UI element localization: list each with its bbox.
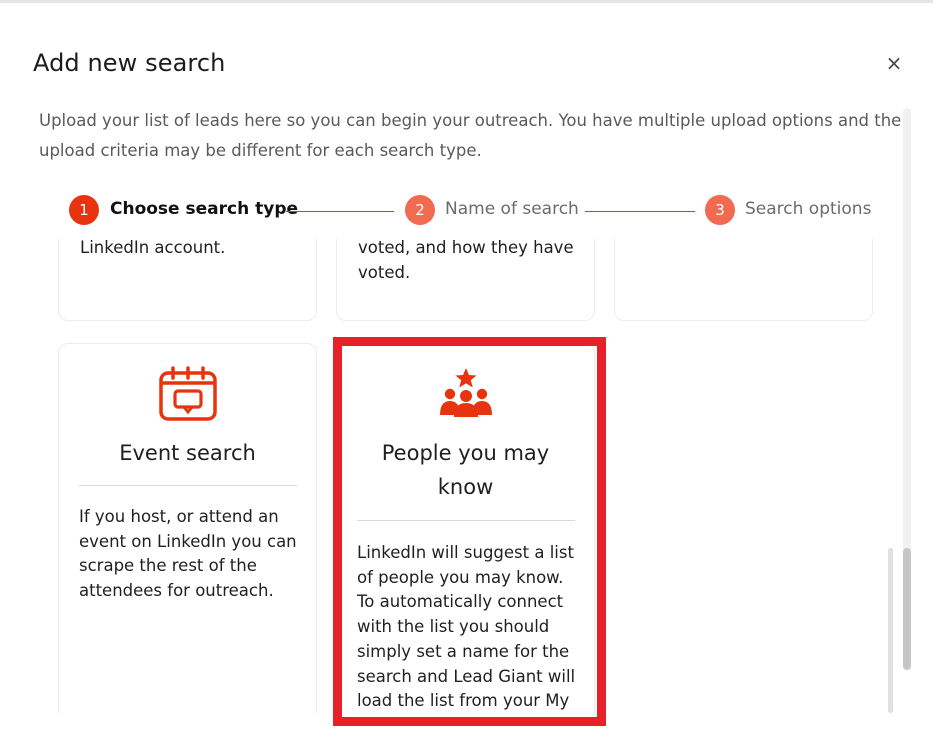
step-connector-1 — [286, 211, 394, 212]
modal-scrollbar-thumb[interactable] — [903, 548, 911, 670]
card-divider — [79, 485, 297, 486]
close-icon[interactable]: × — [882, 51, 906, 75]
card-description: LinkedIn will suggest a list of people y… — [357, 541, 589, 713]
card-description-line: LinkedIn account. — [80, 239, 226, 257]
card-description-line: scrape the rest of the — [79, 556, 257, 576]
card-title-line: know — [437, 475, 494, 499]
card-description-line: event on LinkedIn you can — [79, 531, 297, 551]
card-description-line: To automatically connect — [357, 592, 564, 612]
people-you-may-know-card[interactable]: People you may know LinkedIn will sugges… — [336, 343, 595, 713]
search-type-card[interactable] — [614, 239, 873, 321]
card-description-line: load the list from your My — [357, 691, 570, 711]
step-connector-2 — [585, 211, 695, 212]
card-description-line: If you host, or attend an — [79, 507, 279, 526]
people-star-icon — [440, 368, 492, 417]
card-title-line: People you may — [381, 441, 550, 465]
card-description-line: voted, and how they have — [358, 239, 574, 257]
add-search-modal: Add new search × Upload your list of lea… — [0, 3, 933, 738]
step-1-label: Choose search type — [110, 199, 299, 219]
step-1-number: 1 — [69, 195, 99, 225]
card-description: If you host, or attend an event on Linke… — [79, 505, 309, 604]
card-description-line: attendees for outreach. — [79, 581, 274, 601]
card-description-line: with the list you should — [357, 617, 550, 637]
card-description: voted, and how they have voted. — [358, 239, 583, 285]
card-title: People you may know — [337, 436, 594, 504]
step-2-number: 2 — [405, 195, 435, 225]
card-divider — [357, 520, 575, 521]
modal-title: Add new search — [33, 49, 226, 77]
search-type-card[interactable]: voted, and how they have voted. — [336, 239, 595, 321]
card-description-line: search and Lead Giant will — [357, 666, 576, 686]
step-3-label: Search options — [745, 199, 872, 219]
stepper: 1 Choose search type 2 Name of search 3 … — [69, 195, 872, 227]
cards-scrollbar[interactable] — [888, 548, 893, 713]
search-type-card[interactable]: LinkedIn account. — [58, 239, 317, 321]
event-search-card[interactable]: Event search If you host, or attend an e… — [58, 343, 317, 713]
step-2-label: Name of search — [445, 199, 579, 219]
step-3-number: 3 — [705, 195, 735, 225]
card-description-line: of people you may know. — [357, 567, 564, 587]
card-description-line: voted. — [358, 262, 411, 282]
modal-description: Upload your list of leads here so you ca… — [39, 111, 902, 160]
card-description: LinkedIn account. — [80, 239, 300, 261]
calendar-icon — [159, 366, 217, 421]
card-description-line: LinkedIn will suggest a list — [357, 543, 574, 562]
search-type-cards: LinkedIn account. voted, and how they ha… — [0, 239, 905, 713]
card-description-line: simply set a name for the — [357, 641, 570, 661]
card-title: Event search — [119, 441, 256, 465]
